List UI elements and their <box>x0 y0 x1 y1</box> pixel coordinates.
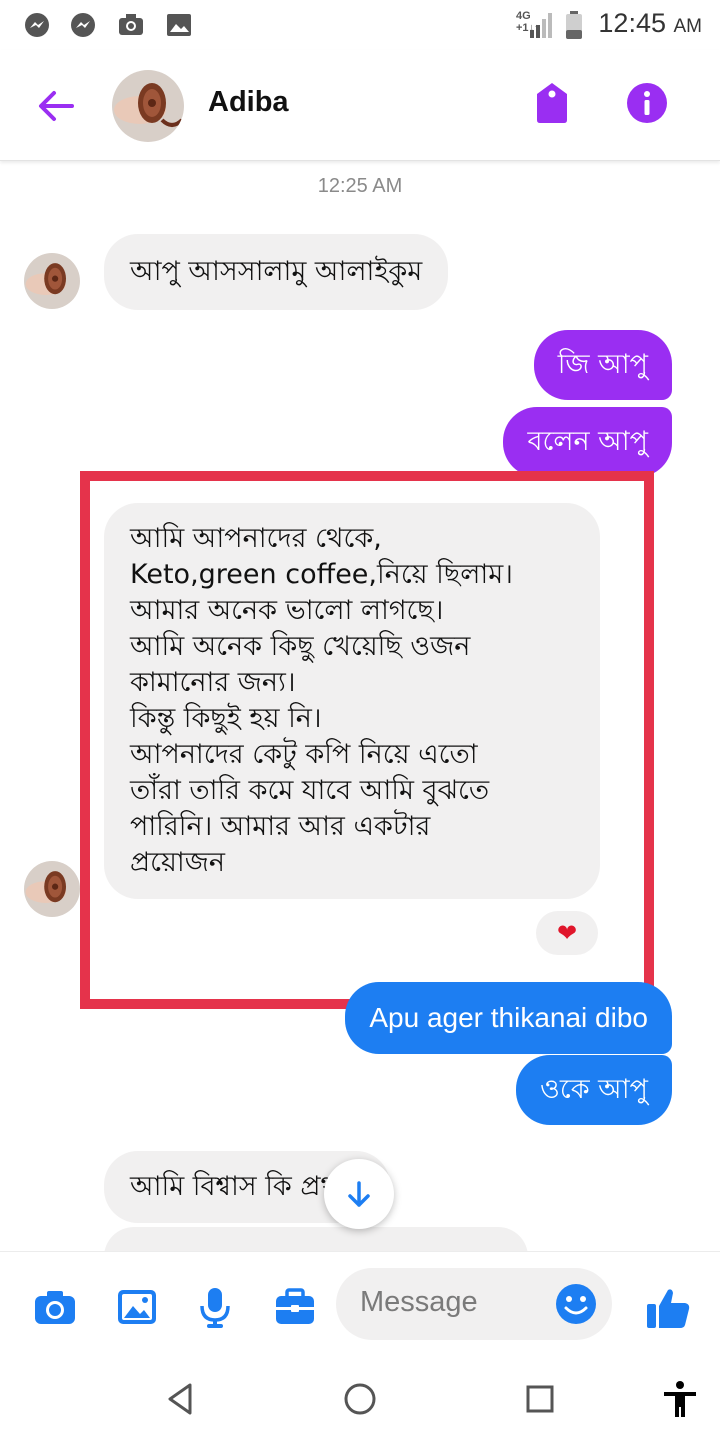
arrow-down-icon <box>348 1181 370 1207</box>
microphone-icon[interactable] <box>192 1284 238 1330</box>
accessibility-icon[interactable] <box>660 1379 700 1419</box>
heart-reaction-icon[interactable]: ❤ <box>536 911 598 955</box>
signal-icon <box>530 13 552 38</box>
message-timestamp: 12:25 AM <box>317 175 403 197</box>
sender-avatar[interactable] <box>24 253 80 309</box>
message-line: আমি আপনাদের থেকে, <box>130 523 382 554</box>
message-line: কামানোর জন্য। <box>130 667 296 698</box>
message-input[interactable] <box>360 1286 540 1319</box>
status-bar: 4G +1↓↑ 12:45 AM <box>0 0 720 50</box>
incoming-message-partial[interactable] <box>104 1227 528 1251</box>
back-arrow-icon[interactable] <box>34 84 78 128</box>
gallery-icon <box>167 14 191 36</box>
clock: 12:45 AM <box>598 8 702 39</box>
message-thread[interactable]: 12:25 AM আপু আসসালামু আলাইকুম জি আপু বলে… <box>0 161 720 1251</box>
message-line: Keto,green coffee,নিয়ে ছিলাম। <box>130 559 513 590</box>
contact-name[interactable]: Adiba <box>208 86 289 119</box>
conversation-header: Adiba <box>0 50 720 161</box>
messenger-icon <box>25 13 49 37</box>
gallery-icon[interactable] <box>114 1284 160 1330</box>
avatar-henna-image <box>24 861 80 917</box>
avatar-henna-image <box>24 253 80 309</box>
message-field[interactable] <box>336 1268 612 1340</box>
system-nav-bar <box>0 1361 720 1440</box>
thumbs-up-icon[interactable] <box>644 1284 692 1332</box>
message-line: পারিনি। আমার আর একটার <box>130 811 431 842</box>
incoming-long-message[interactable]: আমি আপনাদের থেকে, Keto,green coffee,নিয়… <box>104 503 600 899</box>
message-line: আমার অনেক ভালো লাগছে। <box>130 595 444 626</box>
tag-icon[interactable] <box>532 80 572 126</box>
back-triangle-icon[interactable] <box>160 1379 200 1419</box>
outgoing-message[interactable]: বলেন আপু <box>503 407 672 477</box>
recents-square-icon[interactable] <box>520 1379 560 1419</box>
camera-icon <box>119 14 143 35</box>
outgoing-message[interactable]: ওকে আপু <box>515 1055 672 1125</box>
message-composer <box>0 1251 720 1362</box>
scroll-to-bottom-button[interactable] <box>324 1159 394 1229</box>
outgoing-message[interactable]: জি আপু <box>533 330 672 400</box>
battery-icon <box>566 11 582 39</box>
sender-avatar[interactable] <box>24 861 80 917</box>
message-line: তাঁরা তারি কমে যাবে আমি বুঝতে <box>130 775 490 806</box>
message-line: আপনাদের কেটু কপি নিয়ে এতো <box>130 739 478 770</box>
message-line: আমি অনেক কিছু খেয়েছি ওজন <box>130 631 471 662</box>
emoji-icon[interactable] <box>554 1282 598 1326</box>
clock-ampm: AM <box>673 16 703 37</box>
camera-icon[interactable] <box>32 1284 78 1330</box>
briefcase-icon[interactable] <box>272 1284 318 1330</box>
home-circle-icon[interactable] <box>340 1379 380 1419</box>
outgoing-message[interactable]: Apu ager thikanai dibo <box>345 982 672 1054</box>
message-line: প্রয়োজন <box>130 847 226 878</box>
clock-time: 12:45 <box>598 8 666 38</box>
incoming-message[interactable]: আপু আসসালামু আলাইকুম <box>104 234 449 310</box>
contact-avatar[interactable] <box>112 70 184 142</box>
messenger-icon <box>71 13 95 37</box>
message-line: কিন্তু কিছুই হয় নি। <box>130 703 322 734</box>
info-icon[interactable] <box>626 82 668 124</box>
avatar-henna-image <box>112 70 184 142</box>
